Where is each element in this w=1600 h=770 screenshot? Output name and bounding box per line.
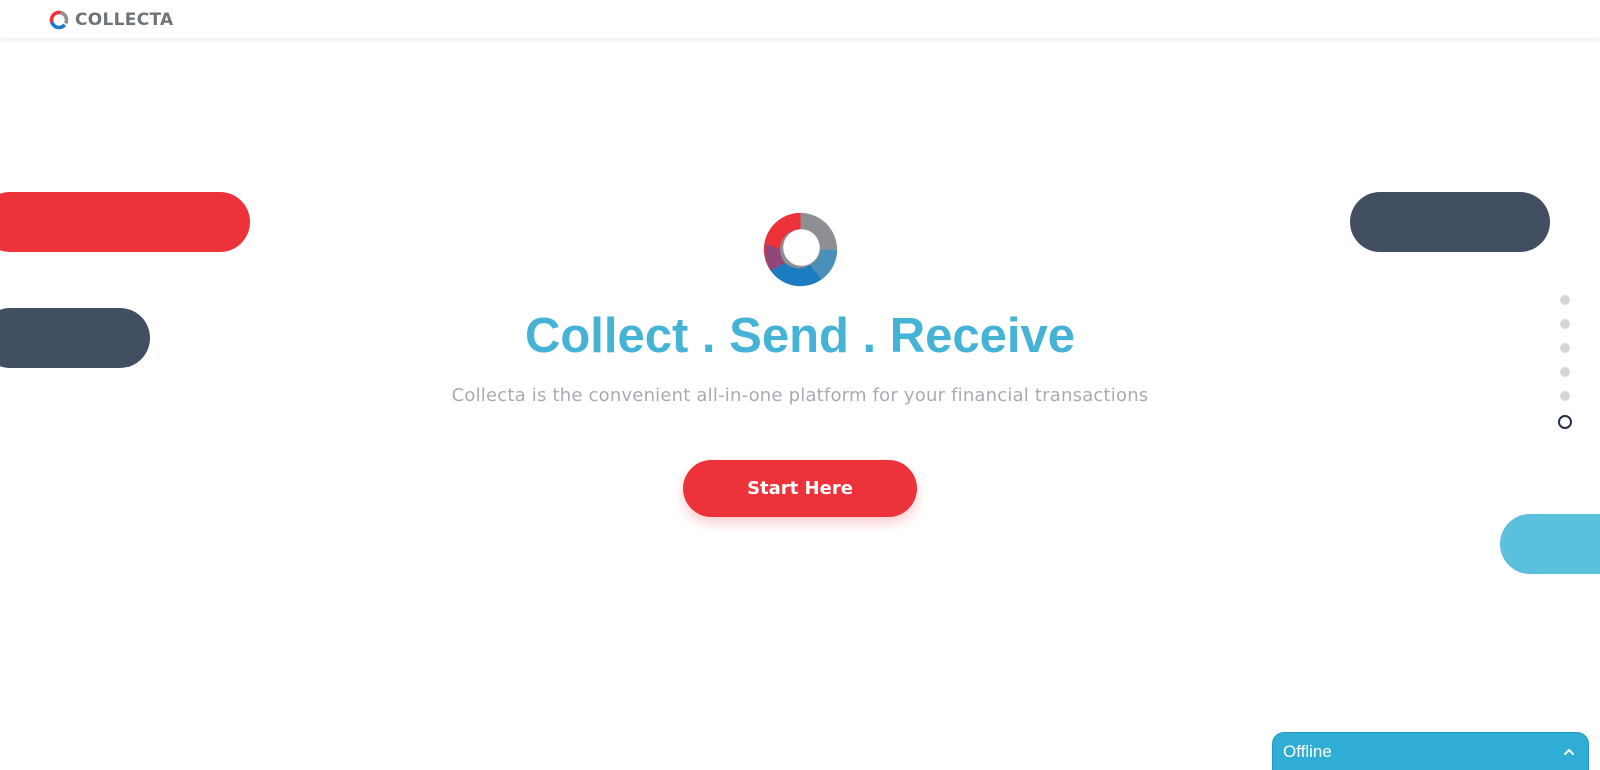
collecta-logo-icon <box>763 212 838 287</box>
section-dot-3[interactable] <box>1560 343 1570 353</box>
section-dot-2[interactable] <box>1560 319 1570 329</box>
collecta-logo-icon <box>49 10 69 30</box>
top-header: COLLECTA <box>0 0 1600 38</box>
section-dot-6-active[interactable] <box>1558 415 1572 429</box>
hero-title: Collect . Send . Receive <box>524 309 1076 363</box>
hero-subtitle: Collecta is the convenient all-in-one pl… <box>451 385 1149 406</box>
section-dot-nav <box>1557 295 1573 429</box>
decorative-pill-light-blue <box>1500 514 1600 574</box>
decorative-pill-red <box>0 192 250 252</box>
brand-name: COLLECTA <box>75 10 174 30</box>
start-here-button[interactable]: Start Here <box>683 460 917 517</box>
chat-status-label: Offline <box>1283 742 1332 761</box>
landing-page: COLLECTA Collect . Send . Receive Collec… <box>0 0 1600 770</box>
section-dot-1[interactable] <box>1560 295 1570 305</box>
chevron-up-icon[interactable] <box>1562 745 1576 759</box>
brand-logo-link[interactable]: COLLECTA <box>49 9 174 31</box>
decorative-pill-navy <box>0 308 150 368</box>
section-dot-5[interactable] <box>1560 391 1570 401</box>
chat-widget-bar[interactable]: Offline <box>1272 732 1589 770</box>
decorative-pill-navy-right <box>1350 192 1550 252</box>
section-dot-4[interactable] <box>1560 367 1570 377</box>
